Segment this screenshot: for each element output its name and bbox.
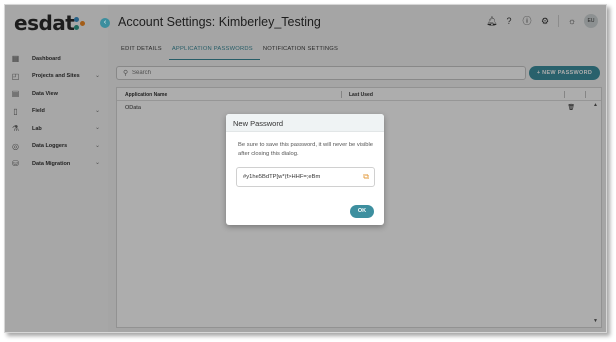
dialog-header: New Password: [226, 114, 384, 132]
collapse-sidebar-button[interactable]: ‹: [100, 18, 110, 28]
new-password-dialog: New Password Be sure to save this passwo…: [226, 114, 384, 225]
copy-icon[interactable]: ⧉: [363, 172, 369, 182]
password-field[interactable]: #y1he5BdTP[w*(f>HHF=;eBm ⧉: [236, 167, 375, 187]
app-window: esdat ▦ Dashboard ◰ Projects and Sites ⌄…: [4, 4, 607, 333]
password-value: #y1he5BdTP[w*(f>HHF=;eBm: [243, 174, 321, 180]
dialog-message: Be sure to save this password, it will n…: [238, 142, 373, 157]
dialog-title: New Password: [233, 119, 284, 128]
ok-button[interactable]: OK: [350, 205, 374, 218]
